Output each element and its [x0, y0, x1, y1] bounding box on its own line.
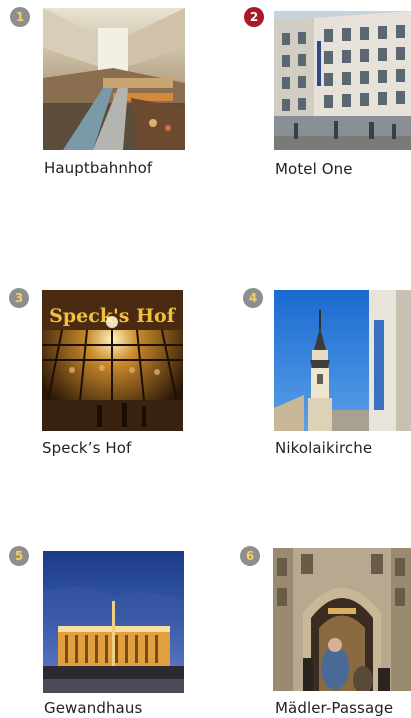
location-name: Hauptbahnhof [44, 159, 153, 177]
number-badge: 2 [244, 7, 264, 27]
number-badge: 1 [10, 7, 30, 27]
location-name: Motel One [275, 160, 353, 178]
number-badge: 4 [243, 288, 263, 308]
arcade-entrance-photo[interactable]: Speck's Hof [42, 290, 183, 431]
number-badge: 6 [240, 546, 260, 566]
location-name: Nikolaikirche [275, 439, 373, 457]
location-name: Gewandhaus [44, 699, 143, 717]
location-name: Mädler-Passage [275, 699, 394, 717]
location-name: Speck’s Hof [42, 439, 132, 457]
train-station-hall-photo[interactable] [43, 8, 185, 150]
location-list: 1 Hauptbahnhof 2 Motel One 3 Speck's Hof… [0, 0, 411, 718]
number-badge: 5 [9, 546, 29, 566]
concert-hall-photo[interactable] [43, 551, 184, 693]
passage-entrance-photo[interactable] [273, 548, 411, 691]
number-badge: 3 [9, 288, 29, 308]
hotel-building-photo[interactable] [274, 11, 411, 150]
church-tower-photo[interactable] [274, 290, 411, 431]
